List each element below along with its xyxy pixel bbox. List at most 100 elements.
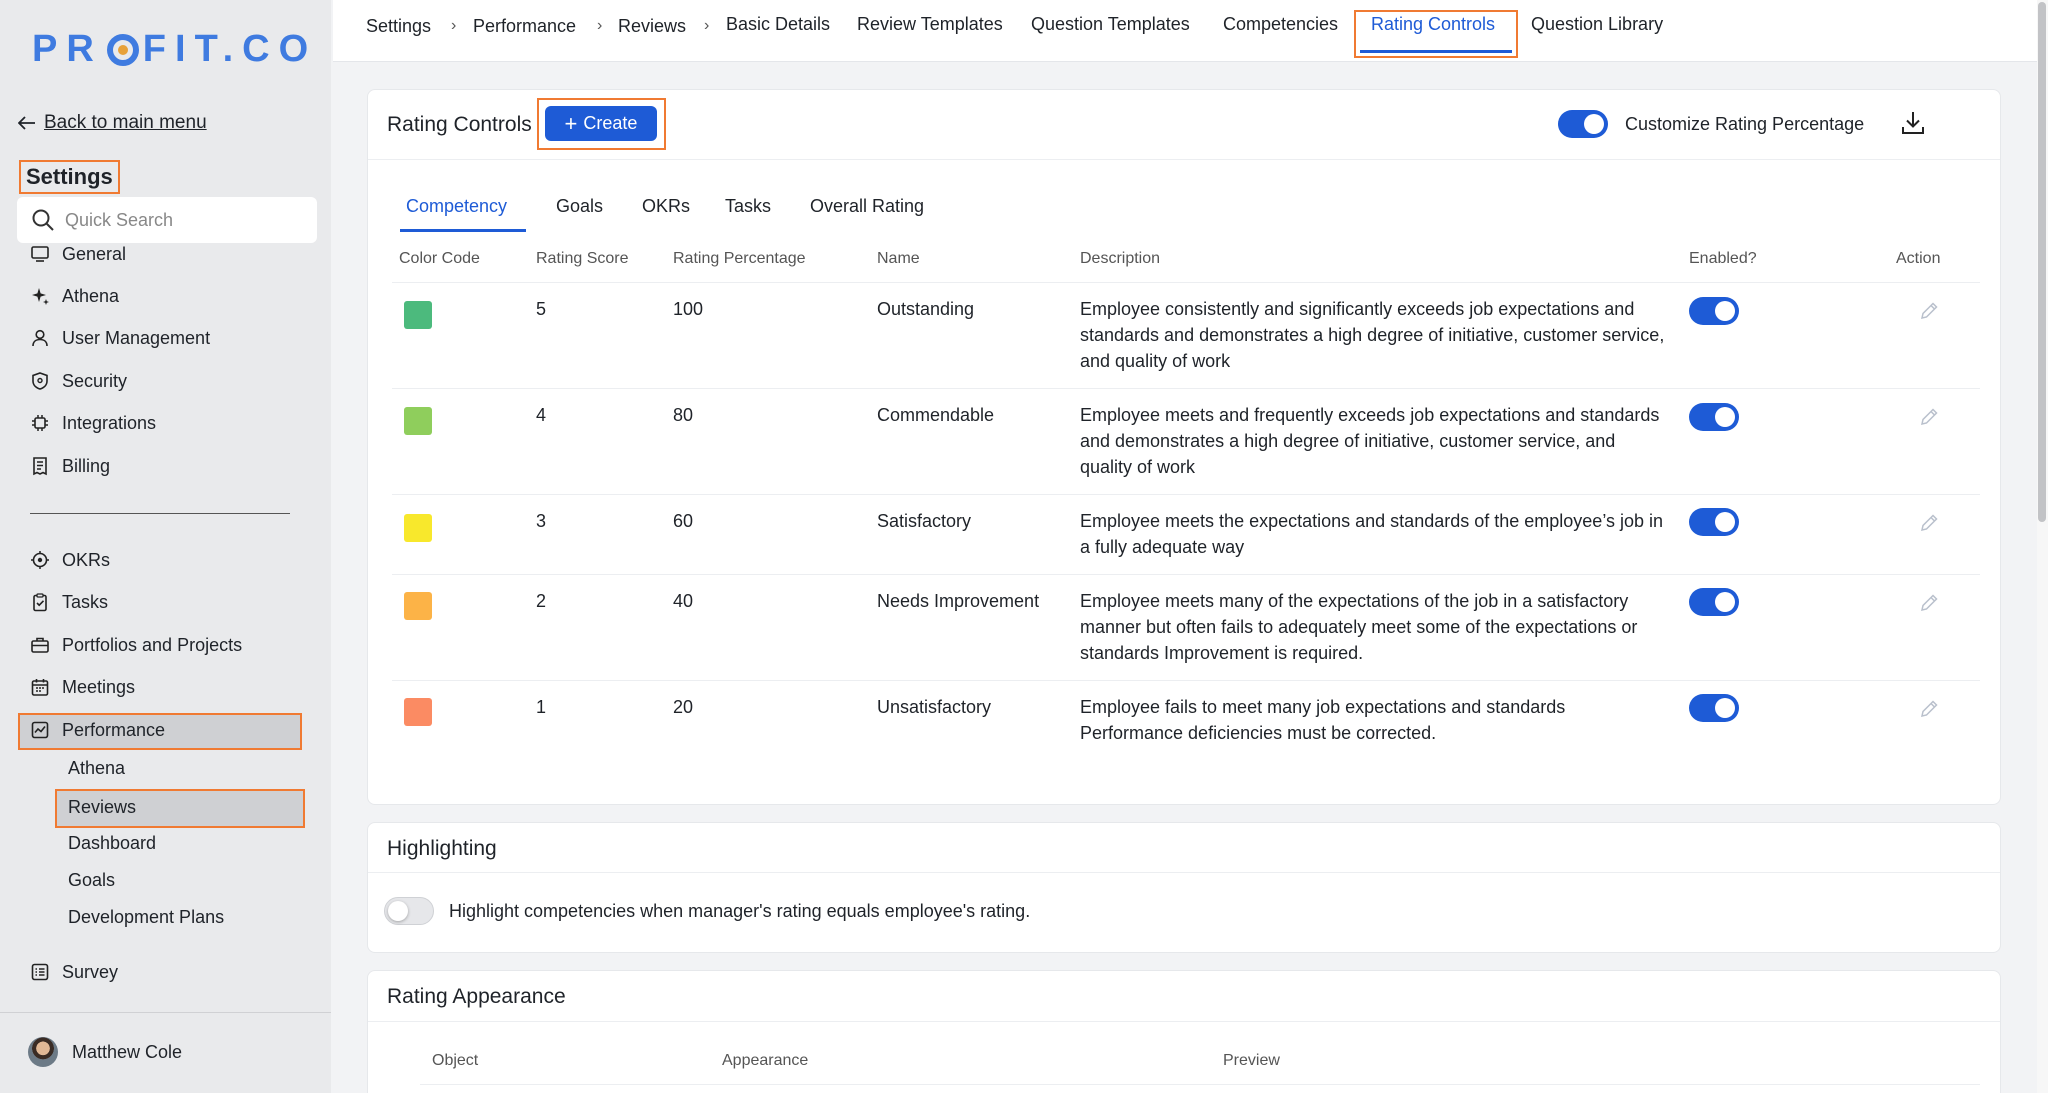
breadcrumb-settings[interactable]: Settings (366, 16, 431, 37)
subtab-tasks[interactable]: Tasks (725, 196, 771, 217)
monitor-icon (31, 246, 49, 262)
enabled-toggle[interactable] (1689, 694, 1739, 722)
customize-rating-percentage-label: Customize Rating Percentage (1625, 114, 1865, 134)
rating-score: 1 (536, 697, 547, 717)
sidebar-item-label: Athena (62, 285, 120, 306)
sidebar-subitem-reviews[interactable]: Reviews (68, 797, 136, 818)
enabled-toggle[interactable] (1689, 588, 1739, 616)
sidebar-item-athena[interactable]: Athena (30, 278, 119, 314)
clipboard-check-icon (33, 593, 47, 612)
column-header-description: Description (1080, 250, 1161, 267)
edit-pencil-icon[interactable] (1918, 406, 1940, 428)
breadcrumb-chevron-icon: › (451, 17, 457, 34)
sidebar-item-meetings[interactable]: Meetings (30, 669, 135, 705)
tab-rating-controls[interactable]: Rating Controls (1371, 14, 1495, 35)
subtab-competency[interactable]: Competency (406, 196, 507, 217)
sidebar-item-label: Security (62, 370, 128, 391)
sidebar-subitem-goals[interactable]: Goals (68, 870, 115, 891)
edit-pencil-icon[interactable] (1918, 698, 1940, 720)
sidebar-item-label: Performance (62, 719, 166, 740)
sidebar-subitem-dashboard[interactable]: Dashboard (68, 833, 156, 854)
header-row-separator (392, 282, 1980, 283)
sidebar-item-general[interactable]: General (30, 236, 126, 272)
tab-review-templates[interactable]: Review Templates (857, 14, 1003, 35)
arrow-left-icon (18, 116, 35, 130)
sidebar-item-user-management[interactable]: User Management (30, 320, 210, 356)
edit-pencil-icon[interactable] (1918, 592, 1940, 614)
calendar-icon (31, 679, 49, 696)
subtab-okrs[interactable]: OKRs (642, 196, 690, 217)
active-subtab-underline (400, 229, 526, 232)
color-swatch (404, 514, 432, 542)
header-row-separator (420, 1084, 1980, 1085)
user-profile[interactable]: Matthew Cole (28, 1037, 182, 1067)
scrollbar-thumb[interactable] (2038, 2, 2046, 522)
tab-competencies[interactable]: Competencies (1223, 14, 1338, 35)
color-swatch (404, 698, 432, 726)
sidebar-item-survey[interactable]: Survey (30, 954, 118, 990)
color-swatch (404, 592, 432, 620)
sidebar-item-portfolios-and-projects[interactable]: Portfolios and Projects (30, 627, 242, 663)
rating-name: Needs Improvement (877, 591, 1040, 611)
enabled-toggle[interactable] (1689, 297, 1739, 325)
sidebar-divider (30, 513, 290, 514)
download-icon[interactable] (1899, 109, 1927, 137)
tab-question-templates[interactable]: Question Templates (1031, 14, 1190, 35)
card-header-separator (368, 1021, 2000, 1022)
sidebar-subitem-development-plans[interactable]: Development Plans (68, 907, 224, 928)
rating-score: 2 (536, 591, 547, 611)
sidebar-item-label: Billing (62, 455, 111, 476)
sidebar-item-label: Survey (62, 961, 119, 982)
column-header-color-code: Color Code (399, 250, 480, 267)
column-header-name: Name (877, 250, 920, 267)
rating-name: Outstanding (877, 299, 975, 319)
tab-basic-details[interactable]: Basic Details (726, 14, 830, 35)
edit-pencil-icon[interactable] (1918, 300, 1940, 322)
sidebar-item-label: Integrations (62, 412, 157, 433)
rating-controls-title: Rating Controls (387, 113, 532, 136)
card-header-separator (368, 159, 2000, 160)
edit-pencil-icon[interactable] (1918, 512, 1940, 534)
highlight-competencies-toggle[interactable] (384, 897, 434, 925)
sidebar-item-tasks[interactable]: Tasks (30, 584, 108, 620)
color-swatch (404, 301, 432, 329)
highlighting-card: Highlighting Highlight competencies when… (367, 822, 2001, 953)
rating-percentage: 80 (673, 405, 694, 425)
sidebar-item-performance[interactable]: Performance (30, 712, 165, 748)
sidebar-item-integrations[interactable]: Integrations (30, 405, 156, 441)
briefcase-icon (31, 637, 49, 653)
sidebar-item-label: Tasks (62, 591, 109, 612)
create-button[interactable]: + Create (545, 106, 657, 141)
top-navigation: Settings › Performance › Reviews › Basic… (333, 0, 2037, 62)
rating-description: Employee fails to meet many job expectat… (1080, 697, 1566, 743)
profit-co-logo[interactable]: PR FIT.CO (32, 28, 317, 71)
subtab-overall-rating[interactable]: Overall Rating (810, 196, 924, 217)
sparkle-icon (32, 288, 49, 305)
logo-text-right: FIT.CO (142, 28, 318, 70)
card-header-separator (368, 872, 2000, 873)
breadcrumb-reviews[interactable]: Reviews (618, 16, 686, 37)
enabled-toggle[interactable] (1689, 508, 1739, 536)
chip-icon (32, 415, 48, 431)
column-header-appearance: Appearance (722, 1052, 809, 1069)
sidebar-item-okrs[interactable]: OKRs (30, 542, 110, 578)
tab-question-library[interactable]: Question Library (1531, 14, 1663, 35)
rating-description: Employee meets the expectations and stan… (1080, 511, 1664, 557)
breadcrumb-performance[interactable]: Performance (473, 16, 576, 37)
back-to-main-menu-link[interactable]: Back to main menu (18, 112, 207, 134)
receipt-icon (33, 457, 47, 476)
row-separator (392, 680, 1980, 681)
sidebar-item-billing[interactable]: Billing (30, 448, 110, 484)
settings-title: Settings (19, 160, 120, 194)
quick-search-input[interactable] (65, 209, 295, 231)
rating-percentage: 40 (673, 591, 694, 611)
logo-text-left: PR (32, 28, 103, 70)
customize-rating-percentage-toggle[interactable] (1558, 110, 1608, 138)
sidebar-item-security[interactable]: Security (30, 363, 127, 399)
rating-description: Employee meets and frequently exceeds jo… (1080, 405, 1660, 477)
enabled-toggle[interactable] (1689, 403, 1739, 431)
avatar (28, 1037, 58, 1067)
sidebar: PR FIT.CO Back to main menu Settings Gen… (0, 0, 331, 1093)
subtab-goals[interactable]: Goals (556, 196, 603, 217)
sidebar-subitem-athena[interactable]: Athena (68, 758, 125, 779)
